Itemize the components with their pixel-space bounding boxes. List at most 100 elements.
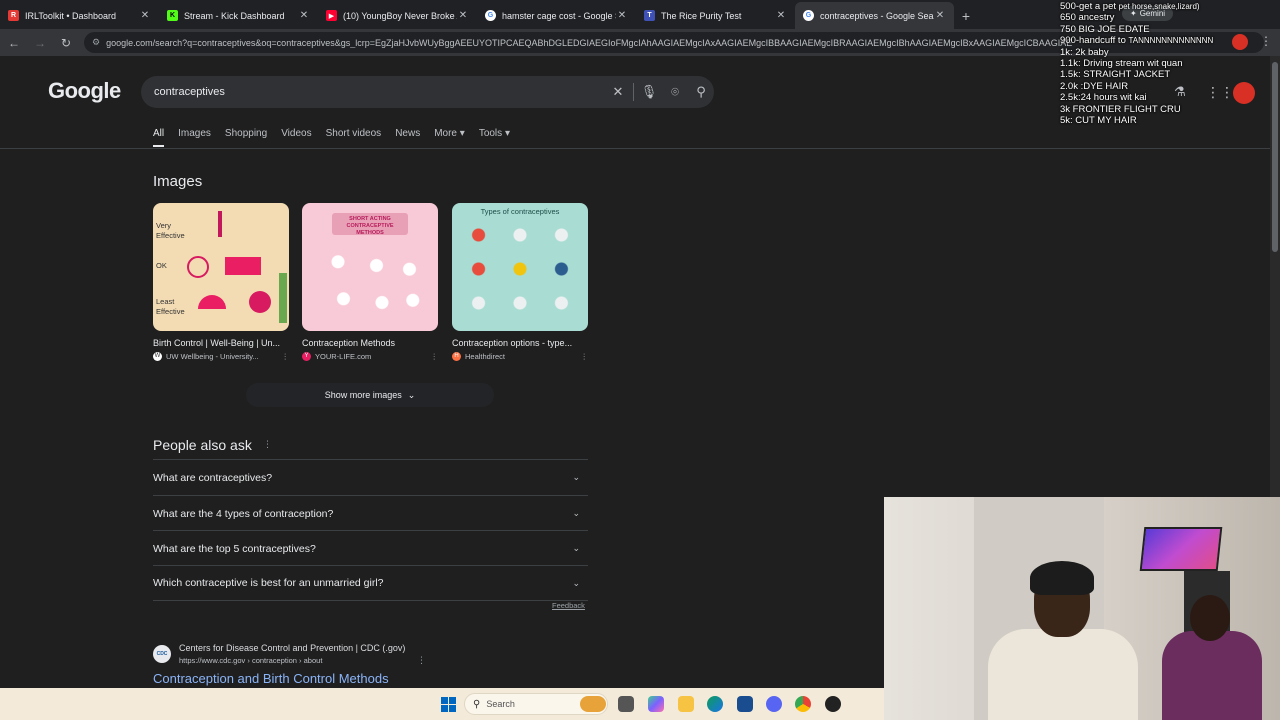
diaphragm-graphic	[198, 295, 226, 309]
image-source[interactable]: H Healthdirect ⋮	[452, 352, 588, 361]
back-icon[interactable]: ←	[2, 31, 26, 55]
more-options-icon[interactable]: ⋮	[581, 352, 589, 361]
images-heading: Images	[153, 173, 203, 190]
tab-more-label: More	[434, 128, 457, 139]
paa-question[interactable]: Which contraceptive is best for an unmar…	[153, 565, 588, 601]
more-options-icon[interactable]: ⋮	[417, 655, 426, 666]
more-options-icon[interactable]: ⋮	[263, 439, 272, 450]
tab-irltoolkit[interactable]: R IRLToolkit • Dashboard ✕	[0, 2, 159, 29]
result-title-link[interactable]: Contraception and Birth Control Methods	[153, 671, 389, 686]
close-tab-icon[interactable]: ✕	[298, 10, 310, 21]
stream-goals-overlay: 500-get a pet pet horse,snake,lizard) 65…	[1060, 0, 1280, 126]
webcam-person-secondary	[1162, 595, 1262, 720]
sponge-graphic	[249, 291, 271, 313]
header-divider	[0, 148, 1280, 149]
chrome-icon[interactable]	[795, 696, 811, 712]
overlay-line: 5k: CUT MY HAIR	[1060, 115, 1137, 127]
search-box[interactable]: contraceptives ✕ 🎙 ⌾ ⚲	[141, 76, 714, 108]
start-tile	[441, 697, 448, 704]
microphone-icon[interactable]: 🎙	[636, 84, 662, 100]
paa-question-text: What are the top 5 contraceptives?	[153, 542, 316, 555]
tab-title: (10) YoungBoy Never Broke Ag	[343, 10, 457, 21]
image-caption[interactable]: Contraception Methods	[302, 338, 438, 348]
tab-shopping[interactable]: Shopping	[225, 128, 267, 147]
forward-icon[interactable]: →	[28, 31, 52, 55]
feedback-link[interactable]: Feedback	[552, 601, 585, 610]
file-explorer-icon[interactable]	[678, 696, 694, 712]
image-thumbnail[interactable]: Types of contraceptives	[452, 203, 588, 331]
close-tab-icon[interactable]: ✕	[934, 10, 946, 21]
result-url[interactable]: https://www.cdc.gov › contraception › ab…	[179, 656, 322, 665]
search-divider	[633, 83, 634, 101]
overlay-line-text: 500-get a pet	[1060, 1, 1116, 12]
image-caption[interactable]: Birth Control | Well-Being | Un...	[153, 338, 289, 348]
pizza-widget-icon[interactable]	[580, 696, 606, 712]
tab-short-videos[interactable]: Short videos	[326, 128, 382, 147]
tab-more[interactable]: More ▾	[434, 128, 465, 147]
google-favicon-icon: G	[485, 10, 496, 21]
person-body	[988, 629, 1138, 720]
image-thumbnail[interactable]: SHORT ACTING CONTRACEPTIVE METHODS	[302, 203, 438, 331]
image-result[interactable]: SHORT ACTING CONTRACEPTIVE METHODS Contr…	[302, 203, 438, 361]
store-icon[interactable]	[737, 696, 753, 712]
image-result[interactable]: Very Effective OK Least Effective Birth …	[153, 203, 289, 361]
tab-news[interactable]: News	[395, 128, 420, 147]
close-tab-icon[interactable]: ✕	[775, 10, 787, 21]
google-logo[interactable]: Google	[48, 78, 121, 104]
close-tab-icon[interactable]: ✕	[616, 10, 628, 21]
paa-question[interactable]: What are the top 5 contraceptives? ⌄	[153, 530, 588, 566]
reload-icon[interactable]: ↻	[54, 31, 78, 55]
paa-question[interactable]: What are the 4 types of contraception? ⌄	[153, 495, 588, 531]
site-info-icon[interactable]: ⚙	[92, 37, 100, 48]
image-result[interactable]: Types of contraceptives Contraception op…	[452, 203, 588, 361]
tab-title: Stream - Kick Dashboard	[184, 10, 285, 21]
search-input[interactable]: contraceptives	[154, 86, 605, 98]
app-icon[interactable]	[825, 696, 841, 712]
overlay-line-text: TANNNNNNNNNNNNN	[1128, 36, 1214, 46]
overlay-line: 1k: 2k baby	[1060, 46, 1109, 58]
contraceptive-icons-grid	[464, 223, 576, 323]
search-icon[interactable]: ⚲	[688, 84, 714, 100]
edge-icon[interactable]	[707, 696, 723, 712]
tab-all[interactable]: All	[153, 128, 165, 147]
close-tab-icon[interactable]: ✕	[139, 10, 151, 21]
overlay-line: 1.5k: STRAIGHT JACKET	[1060, 69, 1171, 81]
overlay-line: 2.0k :DYE HAIR	[1060, 80, 1129, 92]
thumb-label: Least Effective	[156, 297, 185, 316]
tab-videos[interactable]: Videos	[281, 128, 311, 147]
copilot-icon[interactable]	[648, 696, 664, 712]
result-site-name[interactable]: Centers for Disease Control and Preventi…	[179, 643, 405, 653]
more-options-icon[interactable]: ⋮	[431, 352, 439, 361]
tab-rice-purity[interactable]: T The Rice Purity Test ✕	[636, 2, 795, 29]
tab-tools[interactable]: Tools ▾	[479, 128, 510, 147]
task-view-icon[interactable]	[618, 696, 634, 712]
image-thumbnail[interactable]: Very Effective OK Least Effective	[153, 203, 289, 331]
thumb-label: OK	[156, 261, 167, 270]
paa-question[interactable]: What are contraceptives? ⌄	[153, 459, 588, 495]
source-favicon-icon: W	[153, 352, 162, 361]
new-tab-icon[interactable]: +	[954, 2, 978, 29]
image-source[interactable]: W UW Wellbeing - University... ⋮	[153, 352, 289, 361]
start-tile	[441, 705, 448, 712]
lens-icon[interactable]: ⌾	[662, 84, 688, 100]
windows-start-icon[interactable]	[441, 697, 456, 712]
show-more-images-button[interactable]: Show more images ⌄	[246, 383, 494, 407]
chevron-down-icon: ⌄	[572, 472, 580, 482]
paa-question-text: What are contraceptives?	[153, 471, 273, 484]
image-source[interactable]: Y YOUR-LIFE.com ⋮	[302, 352, 438, 361]
google-favicon-icon: G	[803, 10, 814, 21]
tab-hamster-search[interactable]: G hamster cage cost - Google Se ✕	[477, 2, 636, 29]
close-tab-icon[interactable]: ✕	[457, 10, 469, 21]
discord-icon[interactable]	[766, 696, 782, 712]
more-options-icon[interactable]: ⋮	[282, 352, 290, 361]
tab-kick-dashboard[interactable]: K Stream - Kick Dashboard ✕	[159, 2, 318, 29]
tab-contraceptives-search[interactable]: G contraceptives - Google Search ✕	[795, 2, 954, 29]
overlay-line: 650 ancestry	[1060, 12, 1115, 24]
overlay-line-text: 900-handcuff to	[1060, 35, 1126, 47]
chevron-down-icon: ▾	[504, 128, 510, 139]
tab-youtube[interactable]: ▶ (10) YoungBoy Never Broke Ag ✕	[318, 2, 477, 29]
clear-icon[interactable]: ✕	[605, 84, 631, 100]
image-caption[interactable]: Contraception options - type...	[452, 338, 588, 348]
person-body	[1162, 631, 1262, 720]
tab-images[interactable]: Images	[178, 128, 211, 147]
